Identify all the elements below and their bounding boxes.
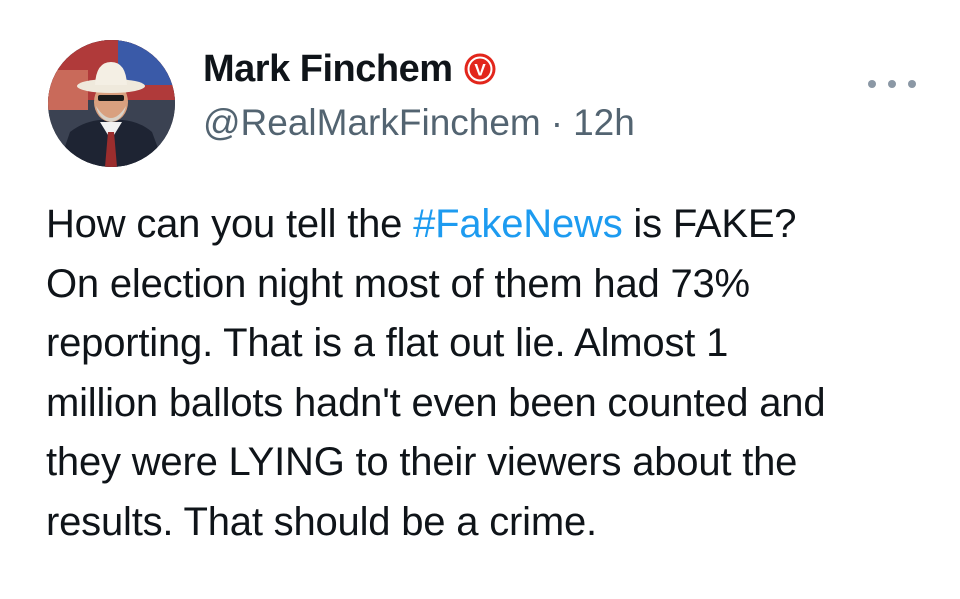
tweet-line: How can you tell the #FakeNews is FAKE? xyxy=(46,195,936,255)
ellipsis-dot-icon xyxy=(868,80,876,88)
ellipsis-dot-icon xyxy=(888,80,896,88)
author-handle[interactable]: @RealMarkFinchem xyxy=(203,102,541,144)
badge-letter: V xyxy=(474,61,486,80)
tweet-line: On election night most of them had 73% xyxy=(46,261,750,306)
tweet-line: results. That should be a crime. xyxy=(46,499,597,544)
more-options-button[interactable] xyxy=(868,66,916,102)
author-avatar[interactable] xyxy=(48,40,175,167)
author-name-row: Mark Finchem V xyxy=(203,46,497,92)
tweet-line-text: is FAKE? xyxy=(622,202,797,246)
tweet-timestamp[interactable]: 12h xyxy=(573,102,635,144)
profile-photo-icon xyxy=(48,40,175,167)
hashtag-link[interactable]: #FakeNews xyxy=(413,202,623,246)
tweet-card: Mark Finchem V @RealMarkFinchem · 12h Ho… xyxy=(0,0,960,599)
tweet-text: How can you tell the #FakeNews is FAKE? … xyxy=(46,195,936,552)
ellipsis-dot-icon xyxy=(908,80,916,88)
verified-v-badge-icon: V xyxy=(463,52,497,86)
tweet-line: reporting. That is a flat out lie. Almos… xyxy=(46,321,729,365)
tweet-line: million ballots hadn't even been counted… xyxy=(46,380,826,425)
tweet-line-text: How can you tell the xyxy=(46,202,414,246)
author-display-name[interactable]: Mark Finchem xyxy=(203,48,453,91)
tweet-line: they were LYING to their viewers about t… xyxy=(46,440,798,484)
author-meta-row: @RealMarkFinchem · 12h xyxy=(203,101,635,145)
meta-separator: · xyxy=(550,102,564,143)
